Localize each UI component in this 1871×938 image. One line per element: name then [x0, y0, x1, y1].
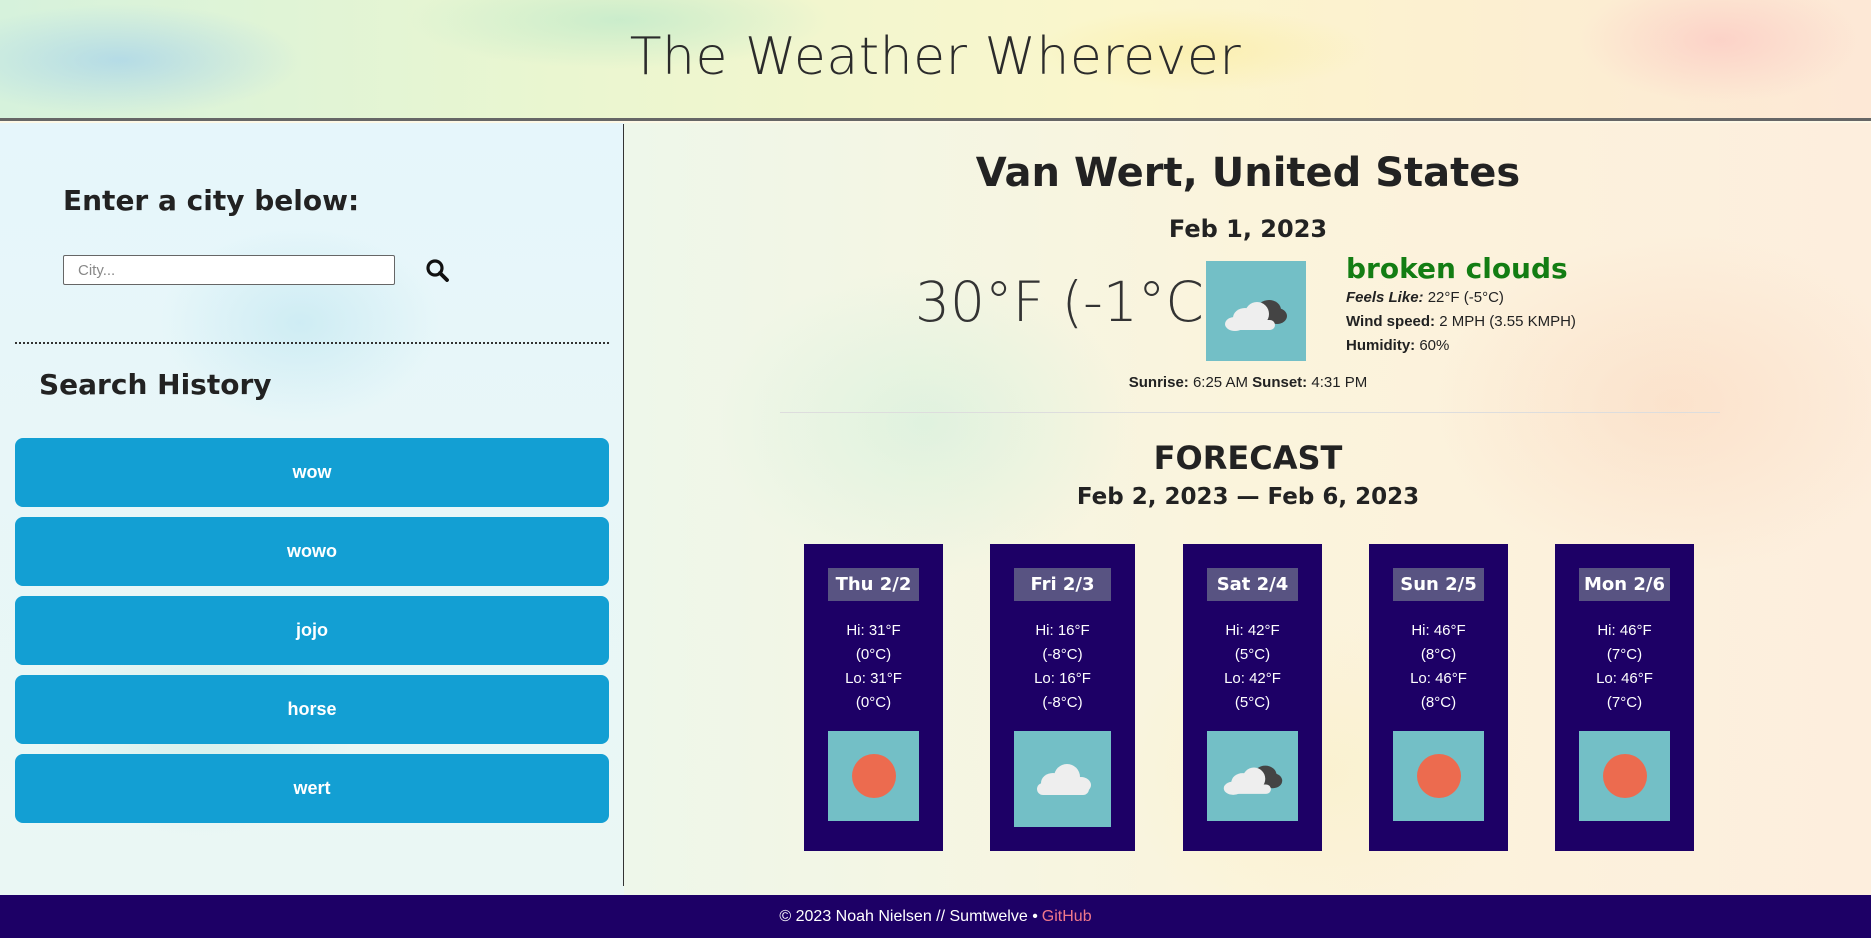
search-history-title: Search History — [39, 368, 272, 401]
cloud-icon — [1014, 731, 1111, 827]
sun-times: Sunrise: 6:25 AM Sunset: 4:31 PM — [625, 374, 1871, 391]
forecast-day: Sun 2/5 — [1393, 568, 1484, 601]
forecast-temps: Hi: 31°F (0°C) Lo: 31°F (0°C) — [804, 619, 943, 715]
search-button[interactable] — [421, 254, 453, 286]
forecast-hi: Hi: 42°F — [1225, 622, 1280, 639]
clear-sun-icon — [1579, 731, 1670, 821]
wind-row: Wind speed: 2 MPH (3.55 KMPH) — [1346, 310, 1576, 334]
sunset-label: Sunset: — [1252, 374, 1308, 391]
history-button[interactable]: wow — [15, 438, 609, 507]
current-date: Feb 1, 2023 — [1168, 215, 1328, 243]
forecast-hi: Hi: 16°F — [1035, 622, 1090, 639]
sunrise-value: 6:25 AM — [1192, 374, 1248, 391]
forecast-temps: Hi: 46°F (7°C) Lo: 46°F (7°C) — [1555, 619, 1694, 715]
forecast-hi: Hi: 31°F — [846, 622, 901, 639]
forecast-range: Feb 2, 2023 — Feb 6, 2023 — [1076, 484, 1420, 510]
city-name: Van Wert, United States — [975, 150, 1521, 196]
forecast-card: Sat 2/4 Hi: 42°F (5°C) Lo: 42°F (5°C) — [1183, 544, 1322, 851]
feels-like-row: Feels Like: 22°F (-5°C) — [1346, 286, 1576, 310]
history-button[interactable]: horse — [15, 675, 609, 744]
history-button[interactable]: jojo — [15, 596, 609, 665]
forecast-hi: Hi: 46°F — [1597, 622, 1652, 639]
weather-details: Feels Like: 22°F (-5°C) Wind speed: 2 MP… — [1346, 286, 1576, 358]
clear-sun-icon — [1393, 731, 1484, 821]
forecast-lo: Lo: 31°F — [845, 670, 902, 687]
forecast-lo-c: (8°C) — [1420, 694, 1457, 711]
github-link[interactable]: GitHub — [1042, 908, 1092, 926]
sidebar: Enter a city below: Search History wow w… — [0, 124, 624, 886]
forecast-hi-c: (0°C) — [855, 646, 892, 663]
forecast-lo: Lo: 16°F — [1034, 670, 1091, 687]
forecast-hi: Hi: 46°F — [1411, 622, 1466, 639]
site-footer: © 2023 Noah Nielsen // Sumtwelve • GitHu… — [0, 895, 1871, 938]
forecast-hi-c: (5°C) — [1234, 646, 1271, 663]
city-prompt: Enter a city below: — [63, 184, 360, 217]
humidity-value: 60% — [1419, 337, 1450, 354]
forecast-lo: Lo: 46°F — [1596, 670, 1653, 687]
section-divider — [780, 412, 1720, 413]
forecast-lo-c: (-8°C) — [1042, 694, 1083, 711]
weather-main: Van Wert, United States Feb 1, 2023 30°F… — [625, 124, 1871, 886]
forecast-temps: Hi: 42°F (5°C) Lo: 42°F (5°C) — [1183, 619, 1322, 715]
forecast-lo-c: (5°C) — [1234, 694, 1271, 711]
history-button[interactable]: wert — [15, 754, 609, 823]
humidity-row: Humidity: 60% — [1346, 334, 1576, 358]
wind-value: 2 MPH (3.55 KMPH) — [1439, 313, 1576, 330]
forecast-card: Thu 2/2 Hi: 31°F (0°C) Lo: 31°F (0°C) — [804, 544, 943, 851]
forecast-title: FORECAST — [1153, 439, 1343, 477]
forecast-lo-c: (0°C) — [855, 694, 892, 711]
forecast-card: Mon 2/6 Hi: 46°F (7°C) Lo: 46°F (7°C) — [1555, 544, 1694, 851]
forecast-lo-c: (7°C) — [1606, 694, 1643, 711]
forecast-temps: Hi: 46°F (8°C) Lo: 46°F (8°C) — [1369, 619, 1508, 715]
forecast-lo: Lo: 46°F — [1410, 670, 1467, 687]
broken-clouds-icon — [1206, 261, 1306, 361]
forecast-lo: Lo: 42°F — [1224, 670, 1281, 687]
forecast-temps: Hi: 16°F (-8°C) Lo: 16°F (-8°C) — [990, 619, 1135, 715]
forecast-day: Mon 2/6 — [1579, 568, 1670, 601]
history-button[interactable]: wowo — [15, 517, 609, 586]
feels-like-value: 22°F (-5°C) — [1427, 289, 1504, 306]
forecast-hi-c: (-8°C) — [1042, 646, 1083, 663]
forecast-card: Sun 2/5 Hi: 46°F (8°C) Lo: 46°F (8°C) — [1369, 544, 1508, 851]
weather-description: broken clouds — [1346, 252, 1568, 285]
search-history-list: wow wowo jojo horse wert — [15, 438, 609, 833]
forecast-hi-c: (8°C) — [1420, 646, 1457, 663]
search-icon — [426, 259, 449, 282]
site-title: The Weather Wherever — [629, 27, 1242, 87]
site-header: The Weather Wherever — [0, 0, 1871, 121]
forecast-card: Fri 2/3 Hi: 16°F (-8°C) Lo: 16°F (-8°C) — [990, 544, 1135, 851]
forecast-day: Fri 2/3 — [1014, 568, 1111, 601]
sunset-value: 4:31 PM — [1311, 374, 1368, 391]
forecast-hi-c: (7°C) — [1606, 646, 1643, 663]
city-search-input[interactable] — [63, 255, 395, 285]
sidebar-divider — [15, 342, 609, 344]
humidity-label: Humidity: — [1346, 337, 1416, 354]
forecast-day: Sat 2/4 — [1207, 568, 1298, 601]
forecast-day: Thu 2/2 — [828, 568, 919, 601]
broken-clouds-icon — [1207, 731, 1298, 821]
clear-sun-icon — [828, 731, 919, 821]
sunrise-label: Sunrise: — [1128, 374, 1189, 391]
feels-like-label: Feels Like: — [1346, 289, 1424, 306]
current-temperature: 30°F (-1°C) — [915, 270, 1226, 334]
footer-copyright: © 2023 Noah Nielsen // Sumtwelve • — [779, 907, 1038, 925]
search-row — [63, 254, 453, 286]
wind-label: Wind speed: — [1346, 313, 1436, 330]
